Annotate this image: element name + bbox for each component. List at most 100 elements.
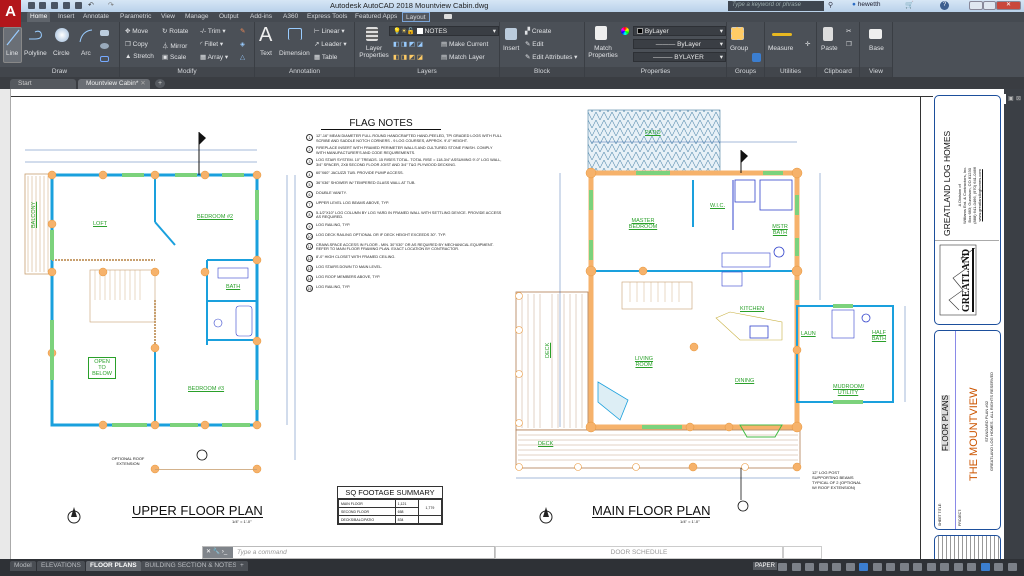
osnap-tracking-icon[interactable] [845, 563, 855, 571]
command-input[interactable]: Type a command [237, 549, 287, 556]
viewport-controls-strip [1004, 89, 1024, 559]
paper-space-toggle[interactable]: PAPER [753, 562, 777, 570]
flag-note-number: 11 [306, 242, 313, 250]
flag-note: 7 Upper level log beams above, typ. [306, 200, 502, 208]
svg-text:GREATLAND: GREATLAND [961, 249, 972, 312]
layout-tab-building-section[interactable]: BUILDING SECTION & NOTES [141, 561, 241, 571]
company-block: GREATLAND LOG HOMES A Division of Willia… [934, 95, 1001, 325]
flag-note-number: 15 [306, 284, 313, 292]
transparency-icon[interactable] [886, 563, 895, 571]
hardware-acceleration-icon[interactable] [980, 563, 990, 571]
ortho-icon[interactable] [805, 563, 814, 571]
command-line[interactable]: ✕ 🔧 ›_ Type a command [202, 546, 495, 559]
sq-row-value: 658 [394, 507, 419, 516]
main-scale: 1/4" = 1'-0" [680, 519, 700, 524]
flag-note: 4 60"x60" jacuzzi tub. Provide pump acces… [306, 170, 502, 178]
floor-plans-drawing [24, 109, 906, 524]
fullscreen-icon[interactable] [994, 563, 1003, 571]
flag-note-number: 10 [306, 232, 313, 240]
flag-note-text: Log railing, typ. [316, 222, 351, 227]
flag-note-number: 13 [306, 264, 313, 272]
flag-note-text: Fireplace insert with framed perimeter w… [316, 146, 493, 155]
refrigerator [721, 271, 743, 287]
flag-note: 12 8'-0" high closet with framed ceiling. [306, 254, 502, 262]
room-label-living-room: LIVING ROOM [634, 356, 654, 368]
flag-note-text: 5-1/2"x10" log column by log yard in fra… [316, 210, 502, 220]
add-layout-button[interactable]: + [236, 561, 248, 571]
flag-note-text: 60"x60" jacuzzi tub. Provide pump access… [316, 170, 404, 175]
sheet-info-block: SHEET TITLE: FLOOR PLANS PROJECT: THE MO… [934, 330, 1001, 530]
lineweight-icon[interactable] [872, 563, 882, 571]
flag-note-text: Log roof members above, typ. [316, 274, 381, 279]
front-deck [515, 429, 801, 469]
flag-notes-list: 1 12"-16" mean diameter full round handcr… [306, 134, 502, 292]
upper-stairs [89, 269, 156, 323]
customization-icon[interactable] [1007, 563, 1017, 571]
flag-note-text: 8'-0" high closet with framed ceiling. [316, 254, 396, 259]
bathtub [235, 305, 253, 337]
sq-total: 1,779 [417, 499, 443, 516]
flag-note: 8 5-1/2"x10" log column by log yard in fr… [306, 210, 502, 220]
layout-tab-floor-plans[interactable]: FLOOR PLANS [86, 561, 141, 571]
flag-note-number: 2 [306, 146, 313, 154]
company-details: A Division of Williams Ent. & Contractor… [957, 167, 982, 224]
flag-notes-title: FLAG NOTES [321, 118, 441, 130]
sq-row-label: SECOND FLOOR [338, 507, 396, 516]
flag-note-number: 9 [306, 222, 313, 230]
roof-extension-note: OPTIONAL ROOF EXTENSION [111, 456, 145, 466]
snap-icon[interactable] [791, 563, 801, 571]
sq-footage-summary: SQ FOOTAGE SUMMARY MAIN FLOOR 1,121 1,779 … [337, 486, 443, 525]
company-website: www.greatlandloghomes.com [977, 169, 982, 222]
room-label-master-bedroom: MASTER BEDROOM [628, 218, 658, 230]
polar-icon[interactable] [818, 563, 828, 571]
kitchen-island [715, 311, 783, 341]
flag-note-number: 1 [306, 134, 313, 141]
viewport-maximize-icon[interactable]: ▣ [1008, 95, 1014, 102]
units-icon[interactable] [940, 563, 949, 571]
upper-floor-plan [24, 132, 296, 524]
door-schedule-header: DOOR SCHEDULE [495, 546, 783, 559]
room-label-balcony: BALCONY [31, 201, 37, 228]
quick-properties-icon[interactable] [953, 563, 963, 571]
grid-icon[interactable] [778, 563, 787, 571]
selection-cycling-icon[interactable] [899, 563, 909, 571]
room-label-open-to-below: OPEN TO BELOW [88, 357, 116, 379]
room-label-deck-front: DECK [538, 441, 554, 447]
flag-note-number: 5 [306, 180, 313, 188]
room-label-master-bath: MSTR BATH [772, 224, 788, 236]
fireplace [597, 381, 629, 421]
double-vanity [721, 252, 771, 268]
flag-note: 3 Log stair system. 10" treads. 15 rises … [306, 158, 502, 167]
layout-tab-model[interactable]: Model [10, 561, 36, 571]
room-label-dining: DINING [735, 378, 755, 384]
workspace-icon[interactable] [926, 563, 936, 571]
viewport-restore-icon[interactable] [1002, 94, 1006, 104]
flag-note-text: Upper level log beams above, typ. [316, 200, 390, 205]
application-menu-button[interactable]: A [0, 0, 21, 27]
jacuzzi-tub [759, 179, 793, 211]
door-schedule-cell [783, 546, 822, 559]
flag-notes: FLAG NOTES 1 12"-16" mean diameter full r… [306, 118, 502, 295]
layout-tab-elevations[interactable]: ELEVATIONS [37, 561, 85, 571]
flag-note-number: 8 [306, 210, 313, 218]
flag-note: 15 Log railing, typ. [306, 284, 502, 292]
flag-note: 13 Log stairs down to main level. [306, 264, 502, 272]
isodraft-icon[interactable] [832, 563, 841, 571]
flag-note-text: Double vanity. [316, 190, 347, 195]
room-label-bedroom-3: BEDROOM #3 [188, 386, 225, 392]
flag-note-text: Log stairs down to main level. [316, 264, 383, 269]
title-block-border [920, 96, 921, 559]
flag-note-text: 36"x36" shower w/ tempered glass wall at… [316, 180, 416, 185]
osnap-icon[interactable] [859, 563, 868, 571]
room-label-laundry: LAUN [801, 331, 816, 337]
annotation-scale-icon[interactable] [913, 563, 922, 571]
project-details: STANDARD PLAN #02 GREATLAND LOG HOMES - … [984, 371, 994, 471]
flag-note-number: 12 [306, 254, 313, 262]
isolate-icon[interactable] [967, 563, 976, 571]
room-label-deck-side: DECK [545, 342, 551, 358]
command-line-controls[interactable]: ✕ 🔧 ›_ [203, 547, 233, 558]
flag-note-text: 12"-16" mean diameter full round handcra… [316, 134, 502, 143]
flag-note-text: Crawlspace access in floor - min. 30"x30… [316, 242, 494, 252]
room-label-wic: W.I.C. [710, 203, 725, 209]
viewport-close-icon[interactable]: ⊠ [1016, 95, 1021, 102]
